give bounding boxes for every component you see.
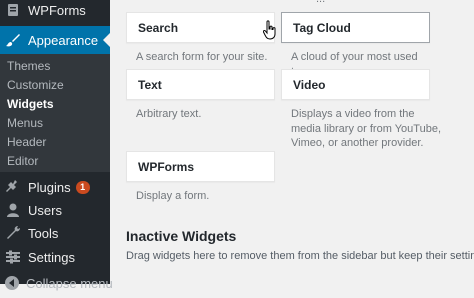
submenu-item-header[interactable]: Header: [7, 133, 46, 151]
widget-title: Search: [138, 20, 179, 35]
user-icon: [4, 201, 22, 219]
plug-icon: [4, 178, 22, 196]
inactive-widgets-heading: Inactive Widgets: [126, 228, 237, 244]
widget-wpforms[interactable]: WPForms: [126, 151, 275, 182]
wpforms-icon: [4, 1, 22, 19]
widget-title: WPForms: [138, 159, 195, 174]
plugins-update-badge: 1: [75, 180, 90, 194]
sidebar-item-label: WPForms: [28, 2, 86, 18]
appearance-submenu: Themes Customize Widgets Menus Header Ed…: [0, 54, 110, 172]
settings-sliders-icon: [4, 248, 22, 266]
widget-description: A search form for your site.: [136, 51, 268, 63]
sidebar-item-appearance[interactable]: Appearance: [0, 26, 110, 54]
sidebar-item-label: Settings: [28, 249, 75, 265]
widget-description: Display a form.: [136, 190, 210, 202]
collapse-menu-button[interactable]: Collapse menu: [0, 268, 113, 298]
widget-description: Arbitrary text.: [136, 108, 202, 120]
wrench-icon: [4, 224, 22, 242]
submenu-item-menus[interactable]: Menus: [7, 114, 43, 132]
widget-search[interactable]: Search: [126, 12, 275, 43]
admin-sidebar: WPForms Appearance Themes Customize Widg…: [0, 0, 113, 291]
widget-video[interactable]: Video: [281, 69, 430, 100]
collapse-menu-label: Collapse menu: [26, 275, 113, 291]
hand-cursor-icon: [262, 20, 277, 40]
sidebar-item-label: Tools: [28, 225, 59, 241]
collapse-arrow-icon: [4, 274, 20, 292]
widget-text[interactable]: Text: [126, 69, 275, 100]
sidebar-item-wpforms[interactable]: WPForms: [0, 0, 110, 25]
sidebar-item-label: Appearance: [28, 32, 99, 48]
widget-title: Text: [138, 77, 162, 92]
inactive-widgets-description: Drag widgets here to remove them from th…: [126, 250, 474, 262]
submenu-item-customize[interactable]: Customize: [7, 76, 64, 94]
widget-title: Video: [293, 77, 326, 92]
submenu-item-widgets[interactable]: Widgets: [7, 95, 54, 113]
submenu-item-editor[interactable]: Editor: [7, 152, 38, 170]
widget-tag-cloud[interactable]: Tag Cloud: [281, 12, 430, 43]
sidebar-item-label: Plugins: [28, 179, 71, 195]
paintbrush-icon: [4, 31, 22, 49]
sidebar-item-label: Users: [28, 202, 62, 218]
cut-off-text: ...: [316, 0, 325, 5]
widget-description: Displays a video from the media library …: [291, 108, 441, 149]
widget-title: Tag Cloud: [293, 20, 351, 35]
submenu-item-themes[interactable]: Themes: [7, 57, 50, 75]
